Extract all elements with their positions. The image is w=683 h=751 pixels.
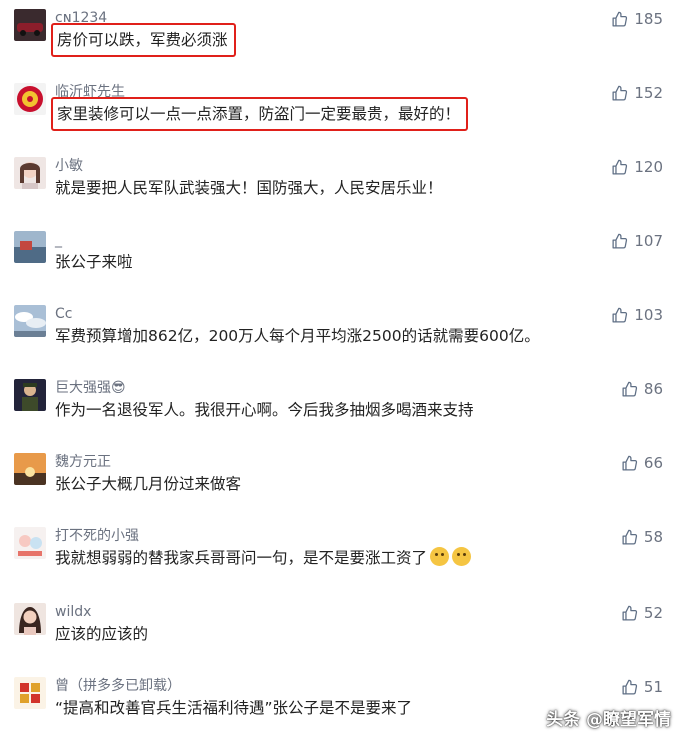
like-count: 66 [643, 454, 663, 472]
thumbs-up-icon [621, 529, 638, 546]
laughing-emoji-icon [452, 547, 472, 566]
avatar[interactable] [14, 157, 46, 189]
comment-item: wildx 应该的应该的 52 [0, 603, 683, 677]
thumbs-up-icon [611, 85, 628, 102]
thumbs-up-icon [611, 11, 628, 28]
like-count: 86 [643, 380, 663, 398]
avatar[interactable] [14, 83, 46, 115]
avatar[interactable] [14, 453, 46, 485]
like-button[interactable]: 58 [621, 527, 663, 547]
comment-text: 应该的应该的 [55, 625, 149, 643]
thumbs-up-icon [611, 159, 628, 176]
comment-username[interactable]: Cc [55, 305, 72, 323]
comment-text-content: 我就想弱弱的替我家兵哥哥问一句，是不是要涨工资了 [55, 549, 428, 567]
comment-username[interactable]: 魏方元正 [55, 453, 111, 471]
comment-text: 张公子大概几月份过来做客 [55, 475, 242, 493]
comment-text: 军费预算增加862亿，200万人每个月平均涨2500的话就需要600亿。 [55, 327, 540, 345]
comment-username[interactable]: 曾（拼多多已卸载） [55, 677, 181, 695]
like-button[interactable]: 66 [621, 453, 663, 473]
thumbs-up-icon [621, 679, 638, 696]
comment-text: 房价可以跌，军费必须涨 [51, 23, 236, 57]
comment-item: 打不死的小强 我就想弱弱的替我家兵哥哥问一句，是不是要涨工资了 58 [0, 527, 683, 601]
like-button[interactable]: 86 [621, 379, 663, 399]
comment-text: “提高和改善官兵生活福利待遇”张公子是不是要来了 [55, 699, 413, 717]
like-count: 185 [634, 10, 663, 28]
comment-item: 魏方元正 张公子大概几月份过来做客 66 [0, 453, 683, 527]
comment-item: ᴄɴ1234 房价可以跌，军费必须涨 185 [0, 9, 683, 83]
laughing-emoji-icon [430, 547, 450, 566]
avatar[interactable] [14, 231, 46, 263]
avatar[interactable] [14, 603, 46, 635]
comment-item: 小敏 就是要把人民军队武装强大！国防强大，人民安居乐业！ 120 [0, 157, 683, 231]
comment-username[interactable]: wildx [55, 603, 91, 621]
like-button[interactable]: 152 [611, 83, 663, 103]
avatar[interactable] [14, 527, 46, 559]
comment-username[interactable]: 巨大强强😎 [55, 379, 126, 397]
comment-item: 巨大强强😎 作为一名退役军人。我很开心啊。今后我多抽烟多喝酒来支持 86 [0, 379, 683, 453]
like-count: 103 [634, 306, 663, 324]
comment-item: Cc 军费预算增加862亿，200万人每个月平均涨2500的话就需要600亿。 … [0, 305, 683, 379]
comment-username[interactable]: _ [55, 231, 62, 249]
thumbs-up-icon [621, 381, 638, 398]
comment-text: 张公子来啦 [55, 253, 133, 271]
comment-text: 家里装修可以一点一点添置，防盗门一定要最贵，最好的！ [51, 97, 469, 131]
thumbs-up-icon [611, 233, 628, 250]
comment-item: _ 张公子来啦 107 [0, 231, 683, 305]
comment-item: 临沂虾先生 家里装修可以一点一点添置，防盗门一定要最贵，最好的！ 152 [0, 83, 683, 157]
like-count: 120 [634, 158, 663, 176]
avatar[interactable] [14, 379, 46, 411]
avatar[interactable] [14, 305, 46, 337]
like-button[interactable]: 107 [611, 231, 663, 251]
like-button[interactable]: 103 [611, 305, 663, 325]
like-button[interactable]: 120 [611, 157, 663, 177]
thumbs-up-icon [611, 307, 628, 324]
comment-text: 就是要把人民军队武装强大！国防强大，人民安居乐业！ [55, 179, 443, 197]
like-count: 51 [643, 678, 663, 696]
like-button[interactable]: 185 [611, 9, 663, 29]
like-count: 152 [634, 84, 663, 102]
comment-username[interactable]: 打不死的小强 [55, 527, 139, 545]
thumbs-up-icon [621, 605, 638, 622]
avatar[interactable] [14, 677, 46, 709]
like-count: 107 [634, 232, 663, 250]
avatar[interactable] [14, 9, 46, 41]
comment-text: 作为一名退役军人。我很开心啊。今后我多抽烟多喝酒来支持 [55, 401, 474, 419]
like-button[interactable]: 52 [621, 603, 663, 623]
watermark: 头条 @瞭望军情 [546, 710, 671, 730]
thumbs-up-icon [621, 455, 638, 472]
like-count: 52 [643, 604, 663, 622]
comment-username[interactable]: 小敏 [55, 157, 83, 175]
comment-text: 我就想弱弱的替我家兵哥哥问一句，是不是要涨工资了 [55, 547, 472, 569]
like-count: 58 [643, 528, 663, 546]
like-button[interactable]: 51 [621, 677, 663, 697]
